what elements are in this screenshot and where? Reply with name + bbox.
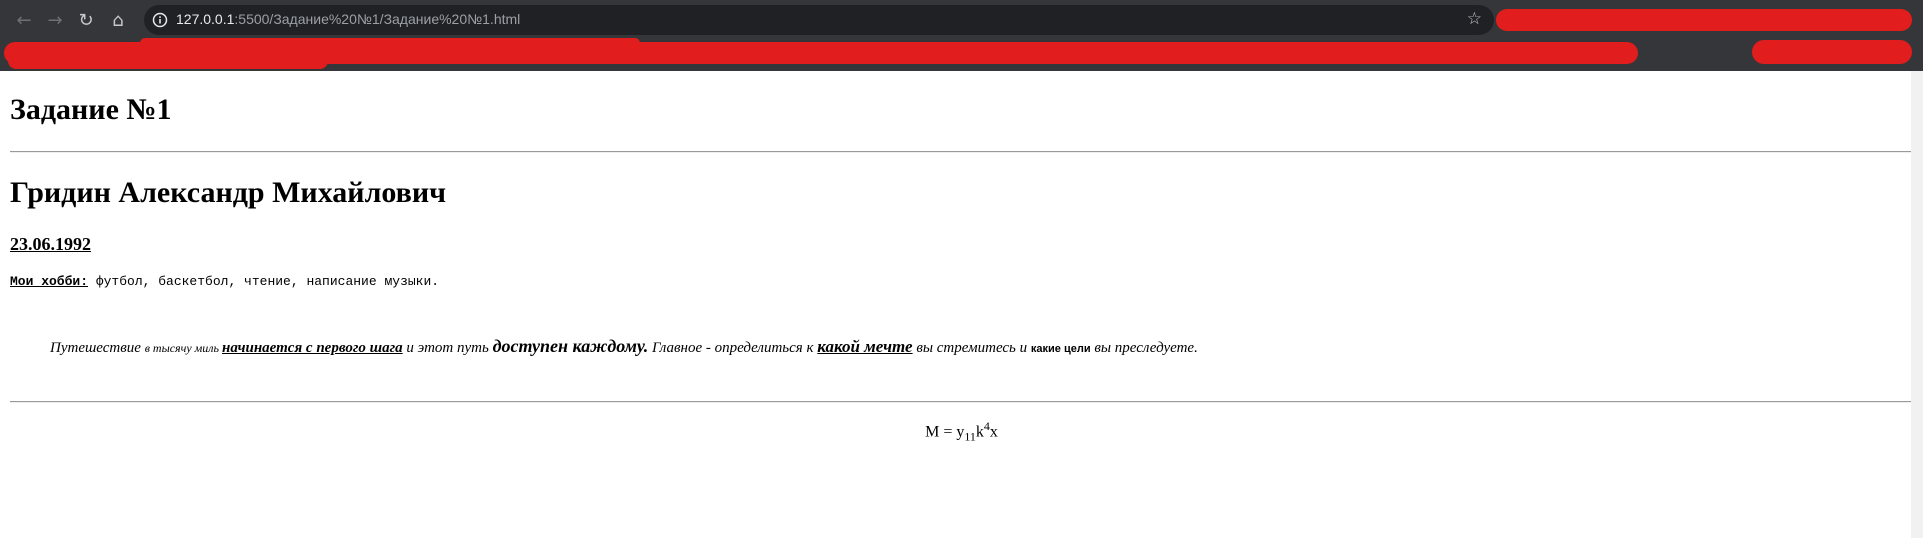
formula-lhs: M = y [925,423,965,441]
quote-part: Главное - определиться к [648,340,818,356]
formula: M = y11k4x [0,419,1923,445]
hobbies-text: футбол, баскетбол, чтение, написание муз… [88,274,440,289]
page-scrollbar[interactable] [1911,71,1923,538]
hobbies-label: Мои хобби: [10,274,89,289]
birth-date: 23.06.1992 [10,234,91,254]
browser-toolbar: ← → ↻ ⌂ 127.0.0.1:5500/Задание%20№1/Зада… [0,0,1923,71]
formula-x: x [989,423,998,441]
redaction-mark [8,52,328,69]
quote-part-underlined: какой мечте [817,337,913,356]
page-title: Задание №1 [10,93,172,126]
address-bar[interactable]: 127.0.0.1:5500/Задание%20№1/Задание%20№1… [144,5,1494,35]
url-text[interactable]: 127.0.0.1:5500/Задание%20№1/Задание%20№1… [176,11,520,27]
forward-arrow-icon[interactable]: → [43,8,67,32]
url-host: 127.0.0.1 [176,11,235,27]
quote-part: вы стремитесь и [912,340,1031,356]
url-path: :5500/Задание%20№1/Задание%20№1.html [234,11,521,27]
reload-icon[interactable]: ↻ [74,8,98,32]
quote-part-small-bold: какие цели [1030,343,1091,355]
horizontal-rule [10,401,1912,403]
author-name: Гридин Александр Михайлович [10,176,447,209]
page-content: Задание №1 Гридин Александр Михайлович 2… [0,71,1923,538]
bookmark-star-icon[interactable]: ☆ [1467,9,1482,29]
site-info-icon[interactable] [152,12,168,28]
quote-part: Путешествие [50,340,145,356]
quote-part: вы преследуете. [1090,340,1198,356]
hobbies-line: Мои хобби: футбол, баскетбол, чтение, на… [10,274,439,289]
home-icon[interactable]: ⌂ [106,8,130,32]
horizontal-rule [10,151,1912,153]
formula-subscript: 11 [964,429,976,444]
redaction-mark [140,38,640,48]
back-arrow-icon[interactable]: ← [12,8,36,32]
redaction-mark [1496,9,1912,31]
quote-part-small: в тысячу миль [144,341,222,355]
quote-paragraph: Путешествие в тысячу миль начинается с п… [50,336,1198,357]
formula-k: k [975,423,984,441]
quote-part: и этот путь [402,340,493,356]
quote-part-large: доступен каждому. [492,336,649,356]
redaction-mark [1752,40,1912,64]
quote-part-underlined: начинается с первого шага [222,340,403,356]
